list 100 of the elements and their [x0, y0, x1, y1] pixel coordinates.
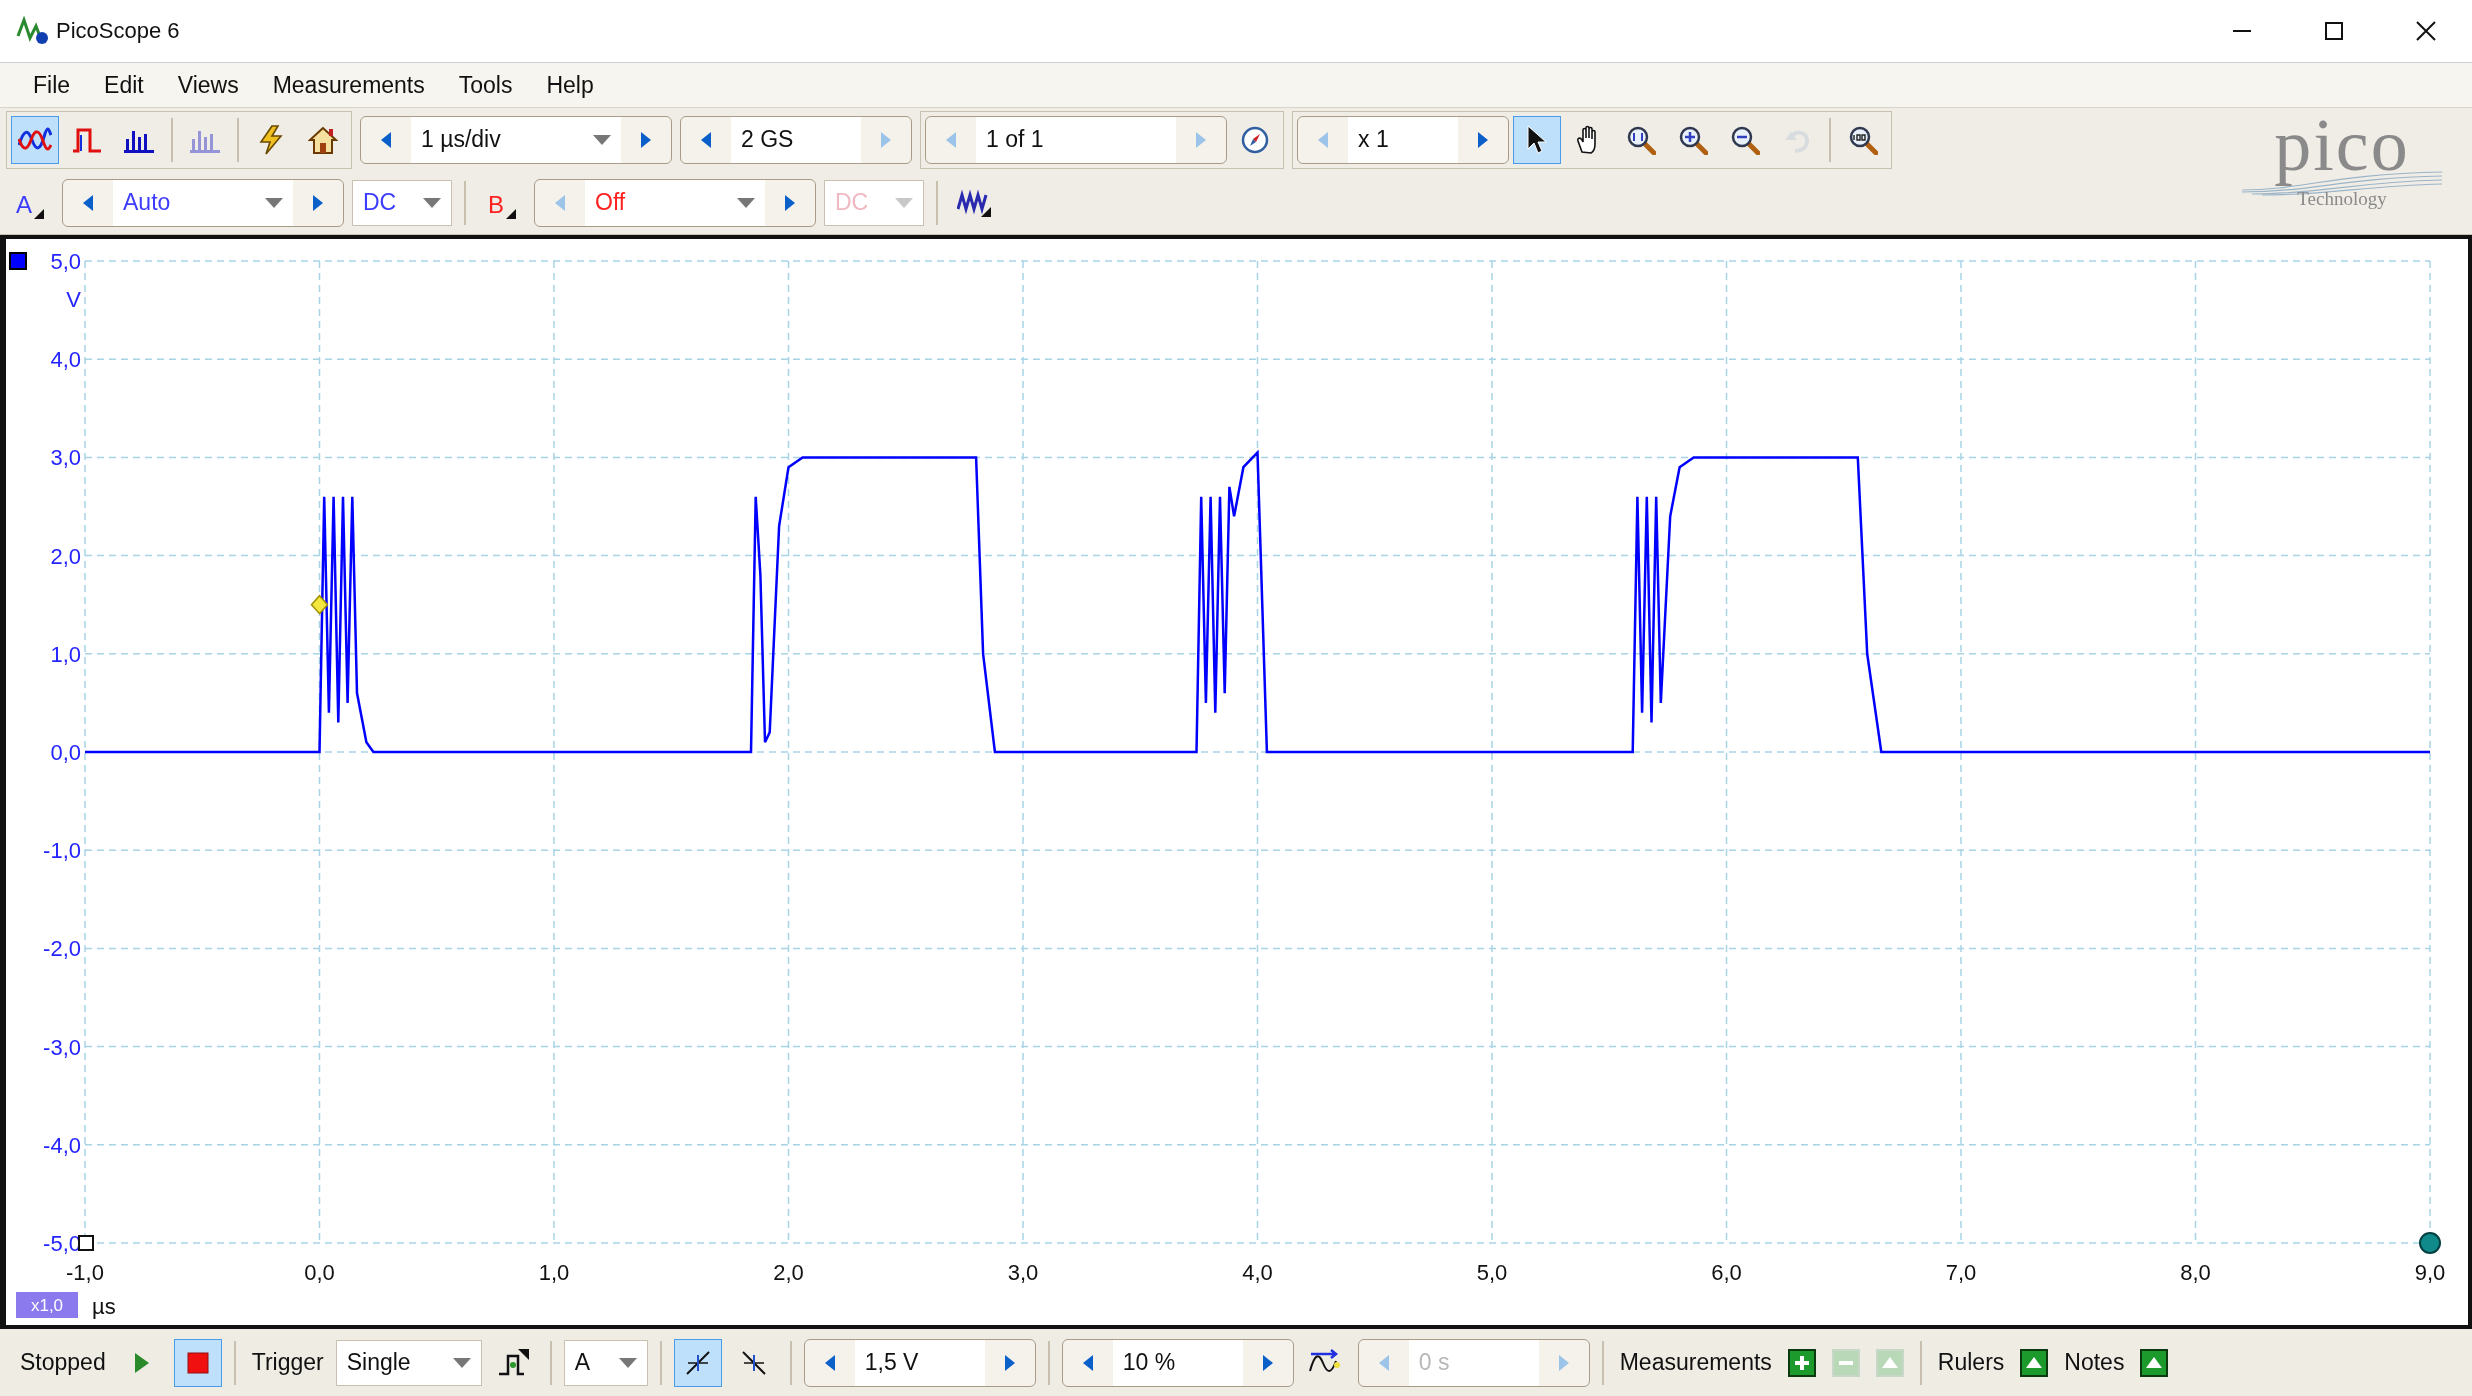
axis-label: -3,0	[43, 1034, 81, 1060]
axis-label: 4,0	[1242, 1260, 1273, 1285]
scale-badge	[16, 1292, 78, 1318]
dropdown[interactable]: 1 µs/div	[411, 116, 621, 163]
right-arrow-icon	[1557, 1353, 1570, 1372]
coupling-dropdown[interactable]: DC	[352, 179, 452, 226]
left-arrow-icon	[1081, 1353, 1094, 1372]
channel-button[interactable]: A	[6, 178, 54, 227]
rising-edge-button[interactable]	[673, 1338, 722, 1387]
axis-label: 3,0	[1007, 1260, 1039, 1285]
dropdown[interactable]: Auto	[113, 179, 293, 226]
trigger-mode-dropdown[interactable]: Single	[335, 1339, 482, 1386]
axis-label: -1,0	[66, 1260, 104, 1285]
caret-icon	[618, 1357, 637, 1368]
axis-label: 2,0	[773, 1260, 804, 1285]
trigger-marker[interactable]	[310, 594, 329, 615]
maximize-icon	[2325, 22, 2343, 40]
value-field[interactable]: x 1	[1348, 116, 1458, 163]
play-icon	[133, 1351, 150, 1374]
axis-label: -4,0	[43, 1132, 81, 1158]
pointer-button[interactable]	[1513, 115, 1561, 164]
axis-label: 1,0	[50, 641, 81, 667]
axis-label: 5,0	[50, 249, 81, 274]
right-arrow-icon	[1003, 1353, 1016, 1372]
value-field[interactable]: 2 GS	[731, 116, 861, 163]
axis-label: 5,0	[1476, 1260, 1508, 1285]
right-arrow-icon	[1477, 130, 1489, 149]
scale-badge-text: x1,0	[30, 1296, 64, 1315]
axis-label: 6,0	[1711, 1260, 1742, 1285]
value-field[interactable]: 1,5 V	[854, 1339, 985, 1386]
ruler-handle[interactable]	[2419, 1232, 2441, 1254]
stop-icon	[186, 1351, 209, 1374]
axis-label: 0,0	[304, 1260, 335, 1285]
axis-label: -2,0	[43, 936, 81, 962]
menu-item[interactable]: Edit	[87, 65, 161, 105]
axis-label: 8,0	[2180, 1260, 2211, 1285]
window-title: PicoScope 6	[56, 18, 180, 44]
value-field[interactable]: 10 %	[1112, 1339, 1243, 1386]
left-arrow-icon	[945, 130, 957, 149]
zoom-in-icon	[1678, 124, 1708, 155]
pointer-icon	[1526, 124, 1548, 155]
caret-icon	[265, 197, 283, 208]
menu-item[interactable]: Tools	[441, 65, 530, 105]
pulse-icon	[72, 126, 102, 153]
axis-label: 2,0	[50, 543, 81, 569]
stop-button[interactable]	[173, 1338, 222, 1387]
left-arrow-icon	[554, 193, 566, 212]
trigger-source-dropdown[interactable]: A	[563, 1339, 648, 1386]
right-arrow-icon	[784, 193, 796, 212]
corner-triangle-icon	[34, 208, 44, 219]
compass-icon	[1241, 125, 1269, 154]
right-arrow-icon	[880, 130, 892, 149]
dropdown[interactable]: Off	[585, 179, 765, 226]
caret-icon	[737, 197, 755, 208]
axis-title: µs	[92, 1294, 116, 1319]
left-arrow-icon	[1317, 130, 1329, 149]
right-arrow-icon	[1261, 1353, 1274, 1372]
app-icon	[16, 16, 50, 46]
right-arrow-icon	[312, 193, 324, 212]
axis-label: 1,0	[538, 1260, 570, 1285]
magnifier-icon	[1848, 124, 1878, 155]
caret-icon	[452, 1357, 471, 1368]
menu-item[interactable]: Views	[160, 65, 256, 105]
minus-icon	[1831, 1348, 1860, 1377]
axis-label: 9,0	[2414, 1260, 2446, 1285]
magnifier-icon	[1626, 124, 1656, 155]
left-arrow-icon	[823, 1353, 836, 1372]
axis-label: 0,0	[50, 740, 81, 765]
left-arrow-icon	[700, 130, 712, 149]
value-field[interactable]: 1 of 1	[976, 116, 1176, 163]
menu-item[interactable]: File	[16, 65, 88, 105]
view-mode-button[interactable]	[11, 115, 59, 164]
trigger-icon	[497, 1347, 530, 1378]
axis-title: V	[66, 287, 81, 312]
menu-item[interactable]: Measurements	[255, 65, 442, 105]
logo-tagline: Technology	[2297, 188, 2387, 210]
caret-icon	[423, 197, 441, 208]
left-arrow-icon	[82, 193, 94, 212]
axis-label: 7,0	[1945, 1260, 1977, 1285]
waveform-icon	[18, 126, 52, 153]
minimize-icon	[2233, 30, 2251, 32]
lightning-icon	[258, 124, 284, 155]
panel-label: Rulers	[1936, 1349, 2006, 1376]
left-arrow-icon	[1377, 1353, 1390, 1372]
caret-icon	[593, 134, 611, 145]
axis-label: 3,0	[50, 445, 81, 471]
right-arrow-icon	[640, 130, 652, 149]
menu-item[interactable]: Help	[529, 65, 611, 105]
close-icon	[2416, 21, 2436, 41]
left-arrow-icon	[380, 130, 392, 149]
panel-label: Measurements	[1618, 1349, 1773, 1376]
channel-marker	[9, 252, 27, 270]
panel-label: Notes	[2063, 1349, 2126, 1376]
status-text: Stopped	[19, 1349, 107, 1376]
right-arrow-icon	[1195, 130, 1207, 149]
square-marker[interactable]	[78, 1235, 94, 1251]
falling-edge-icon	[739, 1348, 768, 1377]
axis-label: -1,0	[43, 838, 81, 864]
waveform-icon	[957, 188, 991, 217]
corner-triangle-icon	[506, 208, 516, 219]
